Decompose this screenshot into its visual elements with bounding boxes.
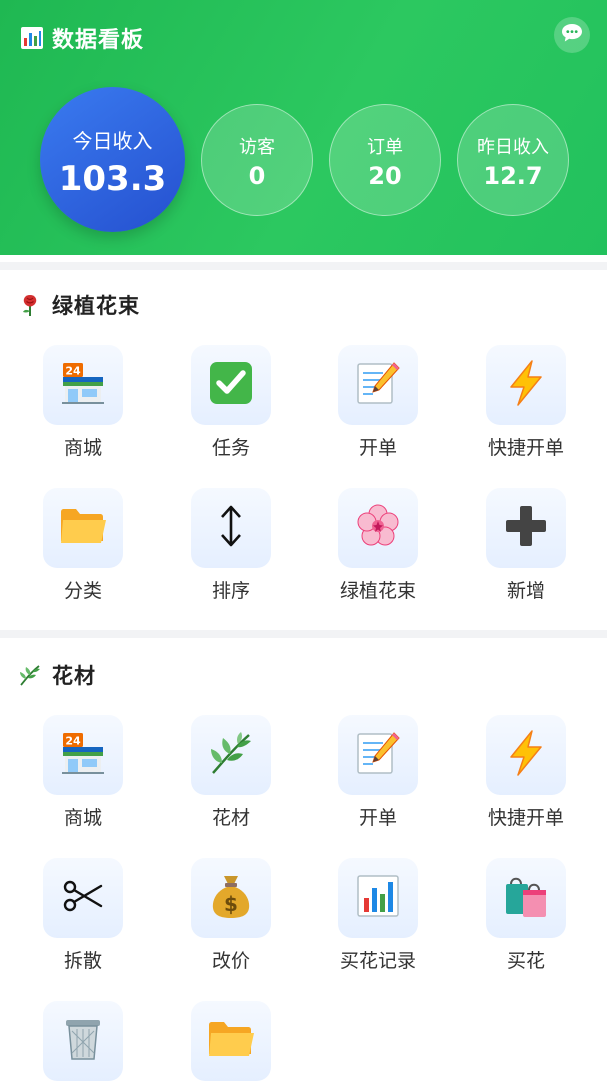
memo-pencil-icon bbox=[355, 360, 401, 410]
today-income-label: 今日收入 bbox=[72, 129, 153, 153]
tile-icon-box bbox=[486, 715, 566, 795]
today-income-card[interactable]: 今日收入 103.3 bbox=[40, 87, 185, 232]
tile-icon-box: 24 bbox=[43, 345, 123, 425]
svg-text:24: 24 bbox=[65, 365, 81, 378]
memo-pencil-icon bbox=[355, 730, 401, 780]
today-income-value: 103.3 bbox=[58, 159, 167, 199]
tile-open-order[interactable]: 开单 bbox=[318, 345, 438, 460]
rose-icon bbox=[18, 293, 42, 317]
tile-icon-box bbox=[43, 488, 123, 568]
tile-label: 商城 bbox=[63, 437, 102, 459]
section-title-flower-material: 花材 bbox=[18, 660, 96, 690]
scissors-icon bbox=[63, 880, 103, 916]
lightning-icon bbox=[506, 360, 546, 410]
tile-icon-box bbox=[191, 715, 271, 795]
tile-purchase-records[interactable]: 买花记录 bbox=[318, 858, 438, 973]
store-24-icon: 24 bbox=[60, 361, 106, 409]
tile-add[interactable]: 新增 bbox=[466, 488, 586, 603]
tile-icon-box bbox=[338, 858, 418, 938]
tile-flower-material[interactable]: 花材 bbox=[171, 715, 291, 830]
svg-text:24: 24 bbox=[65, 735, 81, 748]
tile-icon-box: 24 bbox=[43, 715, 123, 795]
tile-icon-box bbox=[191, 1001, 271, 1081]
tile-sort[interactable]: 排序 bbox=[171, 488, 291, 603]
section-title-plants: 绿植花束 bbox=[18, 290, 140, 320]
trash-bin-icon bbox=[64, 1017, 102, 1065]
stat-label: 订单 bbox=[367, 137, 403, 158]
shopping-bags-icon bbox=[503, 873, 549, 923]
folder-icon bbox=[59, 506, 107, 550]
tile-label: 排序 bbox=[211, 580, 250, 602]
herb-icon bbox=[208, 730, 254, 780]
tile-label: 任务 bbox=[211, 437, 250, 459]
tile-icon-box bbox=[338, 488, 418, 568]
tile-label: 开单 bbox=[358, 437, 397, 459]
tile-label: 快捷开单 bbox=[487, 807, 564, 829]
tile-quick-order[interactable]: 快捷开单 bbox=[466, 345, 586, 460]
tile-store[interactable]: 24 商城 bbox=[23, 715, 143, 830]
section-divider bbox=[0, 262, 607, 270]
stat-value: 12.7 bbox=[483, 162, 543, 190]
stat-value: 0 bbox=[248, 162, 266, 190]
chat-bubble-icon bbox=[561, 23, 583, 47]
tile-icon-box bbox=[43, 1001, 123, 1081]
tile-icon-box bbox=[486, 858, 566, 938]
section-title-text: 花材 bbox=[52, 664, 96, 688]
herb-icon bbox=[18, 663, 42, 687]
folder-icon bbox=[207, 1019, 255, 1063]
tile-store[interactable]: 24 商城 bbox=[23, 345, 143, 460]
tile-label: 买花记录 bbox=[339, 950, 416, 972]
section-divider bbox=[0, 630, 607, 638]
tile-icon-box bbox=[486, 488, 566, 568]
tile-label: 改价 bbox=[211, 950, 250, 972]
tile-icon-box bbox=[338, 345, 418, 425]
tile-label: 商城 bbox=[63, 807, 102, 829]
tile-label: 花材 bbox=[211, 807, 250, 829]
stat-orders[interactable]: 订单 20 bbox=[329, 104, 441, 216]
tile-icon-box bbox=[191, 488, 271, 568]
tile-icon-box bbox=[486, 345, 566, 425]
tile-open-order[interactable]: 开单 bbox=[318, 715, 438, 830]
tile-plant-bouquet[interactable]: 绿植花束 bbox=[318, 488, 438, 603]
tile-delete[interactable] bbox=[23, 1001, 143, 1089]
section-title-text: 绿植花束 bbox=[52, 294, 140, 318]
tile-label: 分类 bbox=[63, 580, 102, 602]
stat-yesterday-income[interactable]: 昨日收入 12.7 bbox=[457, 104, 569, 216]
tile-icon-box bbox=[338, 715, 418, 795]
store-24-icon: 24 bbox=[60, 731, 106, 779]
tile-change-price[interactable]: $ 改价 bbox=[171, 858, 291, 973]
tile-quick-order[interactable]: 快捷开单 bbox=[466, 715, 586, 830]
cherry-blossom-icon bbox=[355, 503, 401, 553]
stat-value: 20 bbox=[368, 162, 402, 190]
tile-label: 买花 bbox=[506, 950, 545, 972]
tile-label: 拆散 bbox=[63, 950, 102, 972]
tile-label: 快捷开单 bbox=[487, 437, 564, 459]
bar-chart-icon bbox=[356, 874, 400, 922]
page-title: 数据看板 bbox=[52, 28, 145, 53]
tile-category[interactable] bbox=[171, 1001, 291, 1089]
tile-label: 开单 bbox=[358, 807, 397, 829]
tile-split[interactable]: 拆散 bbox=[23, 858, 143, 973]
check-mark-icon bbox=[209, 361, 253, 409]
tile-tasks[interactable]: 任务 bbox=[171, 345, 291, 460]
tile-icon-box: $ bbox=[191, 858, 271, 938]
tile-label: 新增 bbox=[506, 580, 545, 602]
message-button[interactable] bbox=[554, 17, 590, 53]
stat-visitors[interactable]: 访客 0 bbox=[201, 104, 313, 216]
money-bag-icon: $ bbox=[210, 873, 252, 923]
up-down-arrow-icon bbox=[218, 504, 244, 552]
stat-label: 昨日收入 bbox=[477, 137, 549, 158]
tile-category[interactable]: 分类 bbox=[23, 488, 143, 603]
lightning-icon bbox=[506, 730, 546, 780]
bar-chart-icon bbox=[20, 26, 44, 50]
tile-icon-box bbox=[43, 858, 123, 938]
svg-text:$: $ bbox=[224, 892, 238, 916]
stat-label: 访客 bbox=[239, 137, 275, 158]
dashboard-brand: 数据看板 bbox=[20, 22, 144, 54]
dashboard-header: 数据看板 今日收入 103.3 访客 0 订单 20 昨日收入 12.7 bbox=[0, 0, 607, 255]
tile-label: 绿植花束 bbox=[339, 580, 416, 602]
tile-icon-box bbox=[191, 345, 271, 425]
plus-icon bbox=[504, 504, 548, 552]
tile-buy-flowers[interactable]: 买花 bbox=[466, 858, 586, 973]
